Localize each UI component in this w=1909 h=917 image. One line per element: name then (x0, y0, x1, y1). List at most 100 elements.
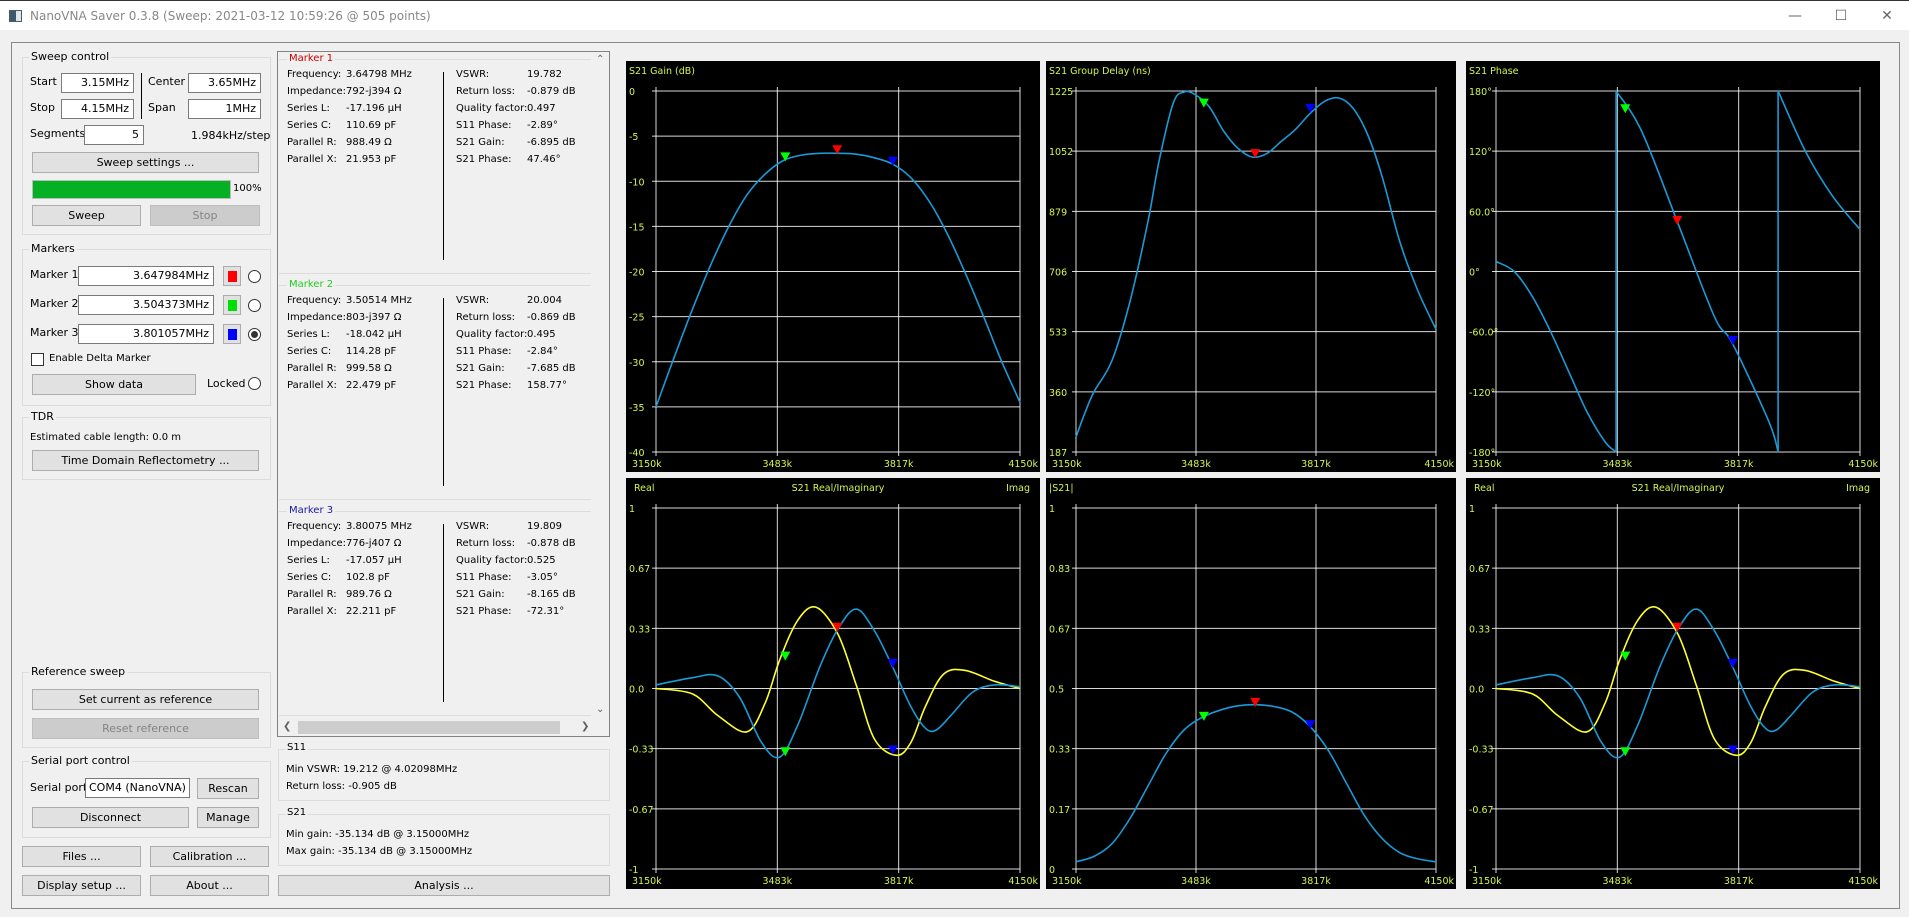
maximize-button[interactable]: ☐ (1818, 1, 1864, 31)
sweep-control-title: Sweep control (29, 50, 112, 63)
y-tick-label: 0.5 (1049, 685, 1064, 696)
chart-s21-phase[interactable]: S21 Phase 180° 120° 60.0° 0° -60.0° -120° -180°… (1466, 61, 1880, 472)
start-label: Start (30, 75, 57, 88)
detail-value: 0.497 (527, 103, 556, 114)
series-line-s21-gain (655, 152, 1021, 408)
minimize-button[interactable]: — (1772, 1, 1818, 31)
marker-2-color-button[interactable] (223, 295, 241, 315)
s11-summary-group: S11 (278, 742, 610, 801)
detail-value: -6.895 dB (527, 137, 576, 148)
stop-input[interactable]: 4.15MHz (61, 99, 134, 119)
detail-label: Parallel R: (287, 137, 337, 148)
detail-label: S11 Phase: (456, 346, 512, 357)
chart-s21-gain[interactable]: S21 Gain (dB) 0 -5 -10 -15 -20 -25 -30 -35 -40 315… (626, 61, 1040, 472)
detail-label: Quality factor: (456, 103, 528, 114)
y-tick-label: 0° (1469, 268, 1480, 279)
stop-button[interactable]: Stop (150, 205, 260, 226)
x-tick-label: 3150k (1052, 459, 1082, 470)
s11-summary-title: S11 (285, 742, 309, 753)
scroll-down-icon[interactable]: ⌄ (596, 704, 604, 715)
app-icon (9, 10, 22, 22)
horizontal-scroll-thumb[interactable] (298, 721, 560, 734)
analysis-button[interactable]: Analysis ... (278, 875, 610, 896)
chart-right-axis-label: Imag (1846, 483, 1870, 494)
tdr-button[interactable]: Time Domain Reflectometry ... (32, 450, 259, 471)
chart-s21-real-imag-1[interactable]: Real S21 Real/Imaginary Imag 1 0.67 0.33 0.0 -0… (626, 478, 1040, 889)
y-tick-label: 180° (1469, 87, 1492, 98)
files-button[interactable]: Files ... (22, 846, 141, 867)
marker-2-details-title: Marker 2 (287, 279, 336, 290)
marker-3-frequency-input[interactable]: 3.801057MHz (78, 324, 214, 344)
serial-port-select[interactable]: COM4 (NanoVNA) ⌄ (85, 778, 190, 798)
s21-min-gain: Min gain: -35.134 dB @ 3.15000MHz (286, 829, 470, 840)
marker-3-radio[interactable] (248, 328, 261, 341)
detail-value: -8.165 dB (527, 589, 576, 600)
marker-2-radio[interactable] (248, 299, 261, 312)
x-tick-label: 3483k (1602, 459, 1632, 470)
y-tick-label: 0.67 (1469, 564, 1490, 575)
segments-input[interactable]: 5 (84, 125, 144, 145)
chart-right-axis-label: Imag (1006, 483, 1030, 494)
chart-s21-group-delay[interactable]: S21 Group Delay (ns) 1225 1052 879 706 533 360… (1046, 61, 1456, 472)
vertical-scrollbar[interactable]: ⌃ ⌄ (592, 52, 609, 720)
sweep-button[interactable]: Sweep (32, 205, 141, 226)
x-tick-label: 4150k (1424, 459, 1454, 470)
detail-value: 21.953 pF (346, 154, 397, 165)
column-separator (443, 298, 444, 486)
marker-triangle (1305, 720, 1316, 730)
start-input[interactable]: 3.15MHz (61, 73, 134, 93)
chart-s21-magnitude[interactable]: |S21| 1 0.83 0.67 0.5 0.33 0.17 0 3150k 3483k 3817… (1046, 478, 1456, 889)
y-tick-label: -15 (629, 222, 645, 233)
sweep-settings-button[interactable]: Sweep settings ... (32, 152, 259, 173)
marker-1-color-swatch (228, 271, 237, 282)
x-tick-label: 3817k (1301, 459, 1331, 470)
set-reference-button[interactable]: Set current as reference (32, 689, 259, 710)
serial-port-title: Serial port control (29, 754, 132, 767)
delta-marker-checkbox[interactable] (31, 353, 44, 366)
about-button[interactable]: About ... (150, 875, 269, 896)
y-tick-label: 1 (1469, 504, 1475, 515)
span-input[interactable]: 1MHz (188, 99, 261, 119)
calibration-button[interactable]: Calibration ... (150, 846, 269, 867)
marker-1-radio[interactable] (248, 270, 261, 283)
locked-radio[interactable] (248, 377, 261, 390)
y-tick-label: 0.83 (1049, 564, 1070, 575)
marker-1-frequency-input[interactable]: 3.647984MHz (78, 266, 214, 286)
display-setup-button[interactable]: Display setup ... (22, 875, 141, 896)
chart-s21-real-imag-2[interactable]: Real S21 Real/Imaginary Imag 1 0.67 0.33 0.0 -0… (1466, 478, 1880, 889)
detail-label: Return loss: (456, 312, 516, 323)
y-tick-label: 0.33 (629, 624, 650, 635)
s11-return-loss: Return loss: -0.905 dB (286, 781, 397, 792)
detail-label: Return loss: (456, 86, 516, 97)
marker-details-scroll-area[interactable]: Marker 1 Frequency: 3.64798 MHz Impedance: 7… (277, 51, 610, 737)
y-tick-label: -30 (629, 358, 645, 369)
x-tick-label: 4150k (1008, 459, 1038, 470)
marker-2-frequency-input[interactable]: 3.504373MHz (78, 295, 214, 315)
scroll-left-icon[interactable]: ❮ (283, 721, 291, 732)
x-tick-label: 3483k (1181, 876, 1211, 887)
show-data-button[interactable]: Show data (32, 374, 196, 395)
marker-3-color-button[interactable] (223, 324, 241, 344)
scroll-right-icon[interactable]: ❯ (581, 721, 589, 732)
center-input[interactable]: 3.65MHz (188, 73, 261, 93)
detail-value: 792-j394 Ω (346, 86, 402, 97)
reset-reference-button[interactable]: Reset reference (32, 718, 259, 739)
marker-triangle (1727, 658, 1738, 668)
rescan-button[interactable]: Rescan (197, 778, 259, 799)
markers-title: Markers (29, 242, 77, 255)
scroll-up-icon[interactable]: ⌃ (596, 54, 604, 65)
s21-summary-title: S21 (285, 807, 309, 818)
manage-button[interactable]: Manage (197, 807, 259, 828)
horizontal-scrollbar[interactable]: ❮ ❯ (278, 719, 592, 736)
disconnect-button[interactable]: Disconnect (32, 807, 189, 828)
detail-label: Frequency: (287, 295, 342, 306)
chart-title: |S21| (1049, 483, 1074, 494)
detail-label: Parallel X: (287, 606, 337, 617)
x-tick-label: 3483k (1602, 876, 1632, 887)
x-tick-label: 3150k (1052, 876, 1082, 887)
detail-label: Quality factor: (456, 555, 528, 566)
marker-1-color-button[interactable] (223, 266, 241, 286)
close-button[interactable]: ✕ (1864, 1, 1909, 31)
y-tick-label: 0.17 (1049, 805, 1070, 816)
y-tick-label: -35 (629, 403, 645, 414)
